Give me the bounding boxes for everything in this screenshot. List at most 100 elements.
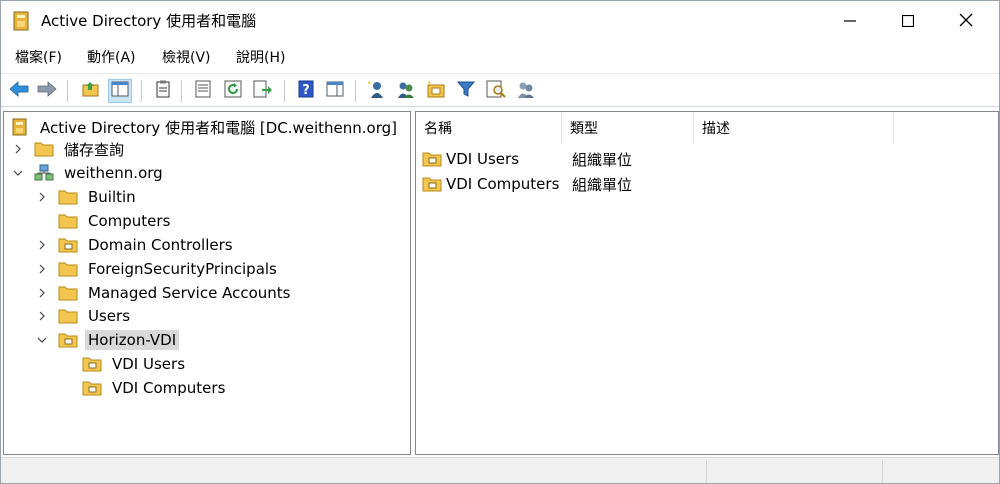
list-item[interactable]: VDI Users 組織單位 (422, 148, 632, 170)
back-arrow-icon (9, 81, 29, 101)
tree-item-label: Horizon-VDI (85, 330, 180, 350)
tree-item-computers[interactable]: Computers (58, 210, 173, 232)
export-button[interactable] (251, 79, 275, 103)
new-user-button[interactable] (365, 79, 389, 103)
find-icon (486, 80, 506, 102)
up-one-level-button[interactable] (79, 79, 103, 103)
new-ou-button[interactable] (424, 79, 448, 103)
organizational-unit-icon (58, 331, 78, 349)
export-icon (253, 80, 273, 102)
show-action-pane-button[interactable] (323, 79, 347, 103)
new-organizational-unit-icon (426, 80, 446, 102)
new-user-icon (367, 79, 387, 103)
tree-item-vdi-computers[interactable]: VDI Computers (82, 377, 228, 399)
folder-icon (58, 260, 78, 278)
properties-button[interactable] (151, 79, 175, 103)
export-list-button[interactable] (191, 79, 215, 103)
list-item-type: 組織單位 (572, 150, 633, 169)
tree-item-label: Domain Controllers (88, 236, 233, 254)
status-bar (1, 457, 999, 483)
add-to-group-icon (515, 79, 537, 103)
add-to-group-button[interactable] (514, 79, 538, 103)
refresh-button[interactable] (221, 79, 245, 103)
organizational-unit-icon (58, 236, 78, 254)
maximize-button[interactable] (879, 1, 937, 41)
show-hide-console-tree-button[interactable] (108, 79, 132, 103)
list-item-type: 組織單位 (572, 175, 633, 194)
menu-action[interactable]: 動作(A) (85, 46, 138, 68)
close-button[interactable] (937, 1, 995, 41)
tree-item-horizon-vdi[interactable]: Horizon-VDI (34, 329, 180, 351)
maximize-icon (901, 12, 915, 31)
tree-item-label: ForeignSecurityPrincipals (88, 260, 277, 278)
details-pane: 名稱 類型 描述 VDI Users 組織單位 VDI Computers 組織… (415, 111, 999, 455)
toolbar-separator (355, 80, 356, 102)
show-hide-console-tree-icon (111, 81, 129, 101)
chevron-right-icon[interactable] (34, 189, 50, 205)
menu-view[interactable]: 檢視(V) (160, 46, 213, 68)
menu-bar: 檔案(F) 動作(A) 檢視(V) 說明(H) (1, 43, 999, 69)
folder-icon (58, 212, 78, 230)
filter-icon (456, 80, 476, 102)
toolbar-separator (67, 80, 68, 102)
domain-icon (34, 164, 54, 182)
folder-icon (58, 284, 78, 302)
minimize-button[interactable] (821, 1, 879, 41)
tree-item-users[interactable]: Users (34, 305, 133, 327)
status-cell (706, 460, 882, 482)
tree-item-foreign-security-principals[interactable]: ForeignSecurityPrincipals (34, 258, 280, 280)
refresh-icon (224, 80, 242, 102)
chevron-down-icon[interactable] (10, 165, 26, 181)
chevron-down-icon[interactable] (34, 332, 50, 348)
tree-item-label: weithenn.org (64, 164, 163, 182)
window-title: Active Directory 使用者和電腦 (41, 12, 257, 30)
menu-file[interactable]: 檔案(F) (13, 46, 64, 68)
chevron-right-icon[interactable] (10, 141, 26, 157)
column-header-description[interactable]: 描述 (694, 112, 894, 144)
forward-button[interactable] (35, 79, 59, 103)
chevron-right-icon[interactable] (34, 261, 50, 277)
help-icon: ? (298, 80, 314, 102)
back-button[interactable] (7, 79, 31, 103)
column-header-type[interactable]: 類型 (562, 112, 694, 144)
tree-item-label: Computers (88, 212, 171, 230)
tree-item-saved-queries[interactable]: 儲存查詢 (10, 138, 127, 160)
tree-item-label: VDI Users (112, 355, 186, 373)
toolbar: ? (1, 73, 999, 107)
status-cell (882, 460, 999, 482)
tree-root-label: Active Directory 使用者和電腦 [DC.weithenn.org… (40, 118, 397, 137)
tree-item-domain-controllers[interactable]: Domain Controllers (34, 234, 236, 256)
filter-button[interactable] (454, 79, 478, 103)
close-icon (959, 12, 973, 31)
tree-item-managed-service-accounts[interactable]: Managed Service Accounts (34, 282, 293, 304)
column-header-name[interactable]: 名稱 (416, 112, 562, 144)
list-item[interactable]: VDI Computers 組織單位 (422, 173, 632, 195)
document-list-icon (195, 80, 211, 102)
list-item-name: VDI Users (446, 150, 520, 168)
organizational-unit-icon (82, 379, 102, 397)
console-tree-pane: Active Directory 使用者和電腦 [DC.weithenn.org… (3, 111, 411, 455)
tree-item-label: 儲存查詢 (64, 140, 125, 159)
tree-root[interactable]: Active Directory 使用者和電腦 [DC.weithenn.org… (10, 116, 400, 138)
toolbar-separator (284, 80, 285, 102)
chevron-right-icon[interactable] (34, 308, 50, 324)
active-directory-app-icon (13, 11, 29, 31)
minimize-icon (844, 12, 856, 31)
chevron-right-icon[interactable] (34, 237, 50, 253)
find-button[interactable] (484, 79, 508, 103)
tree-item-builtin[interactable]: Builtin (34, 186, 139, 208)
toolbar-separator (141, 80, 142, 102)
menu-help[interactable]: 說明(H) (234, 46, 287, 68)
organizational-unit-icon (82, 355, 102, 373)
forward-arrow-icon (37, 81, 57, 101)
chevron-right-icon[interactable] (34, 285, 50, 301)
tree-item-domain[interactable]: weithenn.org (10, 162, 166, 184)
svg-text:?: ? (302, 83, 310, 98)
clipboard-icon (155, 80, 171, 102)
folder-icon (58, 188, 78, 206)
help-button[interactable]: ? (294, 79, 318, 103)
tree-item-vdi-users[interactable]: VDI Users (82, 353, 188, 375)
folder-icon (34, 140, 54, 158)
new-group-button[interactable] (394, 79, 418, 103)
tree-item-label: VDI Computers (112, 379, 226, 397)
